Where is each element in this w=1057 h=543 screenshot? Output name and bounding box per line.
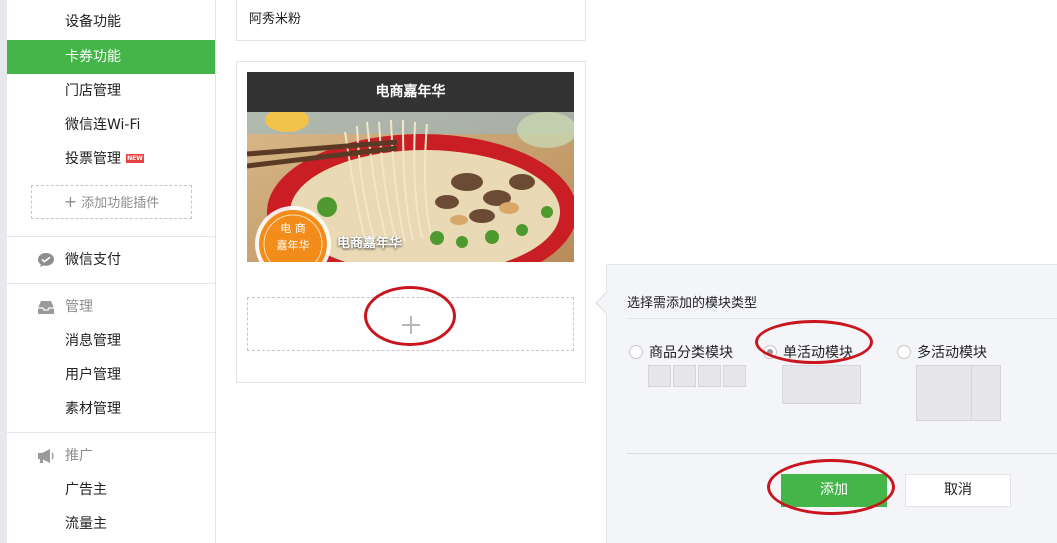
left-edge-strip <box>0 0 7 543</box>
plus-icon: + <box>63 192 78 211</box>
sidebar-item-messages[interactable]: 消息管理 <box>7 324 215 358</box>
option-label: 多活动模块 <box>917 345 987 361</box>
sidebar-item-vote[interactable]: 投票管理 NEW <box>7 142 215 176</box>
sidebar-item-label: 投票管理 <box>65 151 121 167</box>
radio-icon[interactable] <box>629 345 643 359</box>
sidebar-item-label: 微信支付 <box>65 252 121 268</box>
divider <box>627 318 1057 319</box>
radio-checked-icon[interactable] <box>763 345 777 359</box>
sidebar-item-materials[interactable]: 素材管理 <box>7 392 215 426</box>
add-module-button[interactable] <box>247 297 574 351</box>
sidebar-item-users[interactable]: 用户管理 <box>7 358 215 392</box>
plus-icon-vertical <box>410 316 412 334</box>
sidebar-item-advertiser[interactable]: 广告主 <box>7 473 215 507</box>
category-module-preview <box>648 365 671 387</box>
category-module-preview <box>723 365 746 387</box>
sidebar-item-device[interactable]: 设备功能 <box>7 5 215 39</box>
sidebar-item-label: 门店管理 <box>65 83 121 99</box>
sidebar-item-wechat-pay[interactable]: 微信支付 <box>7 243 215 277</box>
option-label: 单活动模块 <box>783 345 853 361</box>
inbox-icon <box>38 301 54 314</box>
add-plugin-label: 添加功能插件 <box>81 196 160 211</box>
multi-activity-preview-left <box>916 365 973 421</box>
divider <box>627 453 1057 454</box>
option-category-module[interactable]: 商品分类模块 <box>629 342 733 362</box>
sidebar-item-store[interactable]: 门店管理 <box>7 74 215 108</box>
sidebar-item-label: 微信连Wi-Fi <box>65 117 141 133</box>
sidebar: 设备功能 卡券功能 门店管理 微信连Wi-Fi 投票管理 NEW + 添加功能插件 … <box>7 0 216 543</box>
sidebar-section-manage: 管理 <box>7 290 215 324</box>
sidebar-item-label: 消息管理 <box>65 333 121 349</box>
add-button[interactable]: 添加 <box>781 474 887 507</box>
wechat-pay-icon <box>38 253 54 267</box>
multi-activity-preview-right <box>971 365 1001 421</box>
new-badge: NEW <box>126 154 144 163</box>
sidebar-divider <box>7 283 215 284</box>
badge-top-text: 电 商 <box>280 222 306 235</box>
option-label: 商品分类模块 <box>649 345 733 361</box>
banner-image: 电 商 嘉年华 电商嘉年华 <box>247 112 574 262</box>
store-name: 阿秀米粉 <box>249 12 302 27</box>
store-card: 阿秀米粉 <box>236 0 586 41</box>
sidebar-section-promote: 推广 <box>7 439 215 473</box>
sidebar-item-label: 素材管理 <box>65 401 121 417</box>
banner-title: 电商嘉年华 <box>247 72 574 112</box>
sidebar-divider <box>7 432 215 433</box>
add-plugin-button[interactable]: + 添加功能插件 <box>31 185 192 219</box>
sidebar-item-label: 流量主 <box>65 516 107 532</box>
category-module-preview <box>698 365 721 387</box>
single-activity-preview <box>782 365 861 404</box>
category-module-preview <box>673 365 696 387</box>
sidebar-item-coupon[interactable]: 卡券功能 <box>7 40 215 74</box>
module-type-popover: 选择需添加的模块类型 商品分类模块 单活动模块 多活动模块 添加 取消 <box>606 264 1057 543</box>
popover-title: 选择需添加的模块类型 <box>627 296 758 311</box>
option-multi-activity[interactable]: 多活动模块 <box>897 342 987 362</box>
sidebar-item-publisher[interactable]: 流量主 <box>7 507 215 541</box>
popover-arrow-inner <box>597 293 607 313</box>
sidebar-item-label: 用户管理 <box>65 367 121 383</box>
banner-caption: 电商嘉年华 <box>337 236 403 251</box>
sidebar-item-label: 广告主 <box>65 482 107 498</box>
option-single-activity[interactable]: 单活动模块 <box>763 342 853 362</box>
sidebar-item-label: 设备功能 <box>65 14 121 30</box>
radio-icon[interactable] <box>897 345 911 359</box>
megaphone-icon <box>38 449 54 463</box>
section-label: 推广 <box>65 448 93 464</box>
sidebar-item-wifi[interactable]: 微信连Wi-Fi <box>7 108 215 142</box>
activity-card: 电商嘉年华 电 商 嘉年华 电商嘉年华 <box>236 61 586 383</box>
badge-bottom-text: 嘉年华 <box>276 239 310 252</box>
cancel-button[interactable]: 取消 <box>905 474 1011 507</box>
sidebar-divider <box>7 236 215 237</box>
sidebar-item-label: 卡券功能 <box>65 49 121 65</box>
section-label: 管理 <box>65 299 93 315</box>
